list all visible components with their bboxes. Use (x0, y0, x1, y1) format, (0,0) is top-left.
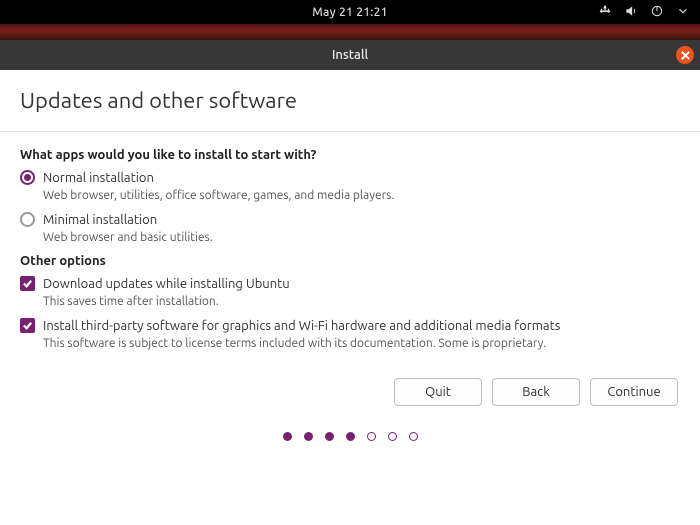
step-dot (325, 432, 334, 441)
step-dot (409, 432, 418, 441)
progress-indicator (20, 432, 680, 441)
page-heading: Updates and other software (20, 88, 680, 113)
checkbox-third-party[interactable]: Install third-party software for graphic… (20, 318, 680, 333)
other-options-heading: Other options (20, 254, 680, 268)
window-title: Install (332, 48, 368, 62)
checkbox-thirdparty-desc: This software is subject to license term… (43, 337, 680, 350)
installer-content: Updates and other software What apps wou… (0, 70, 700, 441)
close-button[interactable] (676, 46, 694, 64)
step-dot (367, 432, 376, 441)
radio-minimal-label: Minimal installation (43, 213, 157, 227)
install-question: What apps would you like to install to s… (20, 148, 680, 162)
checkbox-download-updates[interactable]: Download updates while installing Ubuntu (20, 276, 680, 291)
button-row: Quit Back Continue (20, 378, 678, 406)
network-icon[interactable] (598, 4, 612, 21)
step-dot (388, 432, 397, 441)
radio-icon (20, 170, 35, 185)
radio-minimal-desc: Web browser and basic utilities. (43, 231, 680, 244)
radio-normal-desc: Web browser, utilities, office software,… (43, 189, 680, 202)
volume-icon[interactable] (624, 4, 638, 21)
checkbox-thirdparty-label: Install third-party software for graphic… (43, 319, 560, 333)
radio-normal-label: Normal installation (43, 171, 154, 185)
step-dot (283, 432, 292, 441)
checkbox-icon (20, 276, 35, 291)
system-topbar: May 21 21:21 (0, 0, 700, 24)
continue-button[interactable]: Continue (590, 378, 678, 406)
radio-normal-install[interactable]: Normal installation (20, 170, 680, 185)
divider (0, 131, 700, 132)
window-titlebar: Install (0, 40, 700, 70)
checkbox-icon (20, 318, 35, 333)
back-button[interactable]: Back (492, 378, 580, 406)
checkbox-updates-label: Download updates while installing Ubuntu (43, 277, 290, 291)
step-dot (304, 432, 313, 441)
step-dot (346, 432, 355, 441)
decoration-strip (0, 24, 700, 40)
topbar-indicators (598, 4, 690, 21)
chevron-down-icon[interactable] (676, 4, 690, 21)
power-icon[interactable] (650, 4, 664, 21)
close-icon (681, 51, 690, 60)
clock: May 21 21:21 (312, 6, 388, 19)
radio-minimal-install[interactable]: Minimal installation (20, 212, 680, 227)
checkbox-updates-desc: This saves time after installation. (43, 295, 680, 308)
quit-button[interactable]: Quit (394, 378, 482, 406)
radio-icon (20, 212, 35, 227)
